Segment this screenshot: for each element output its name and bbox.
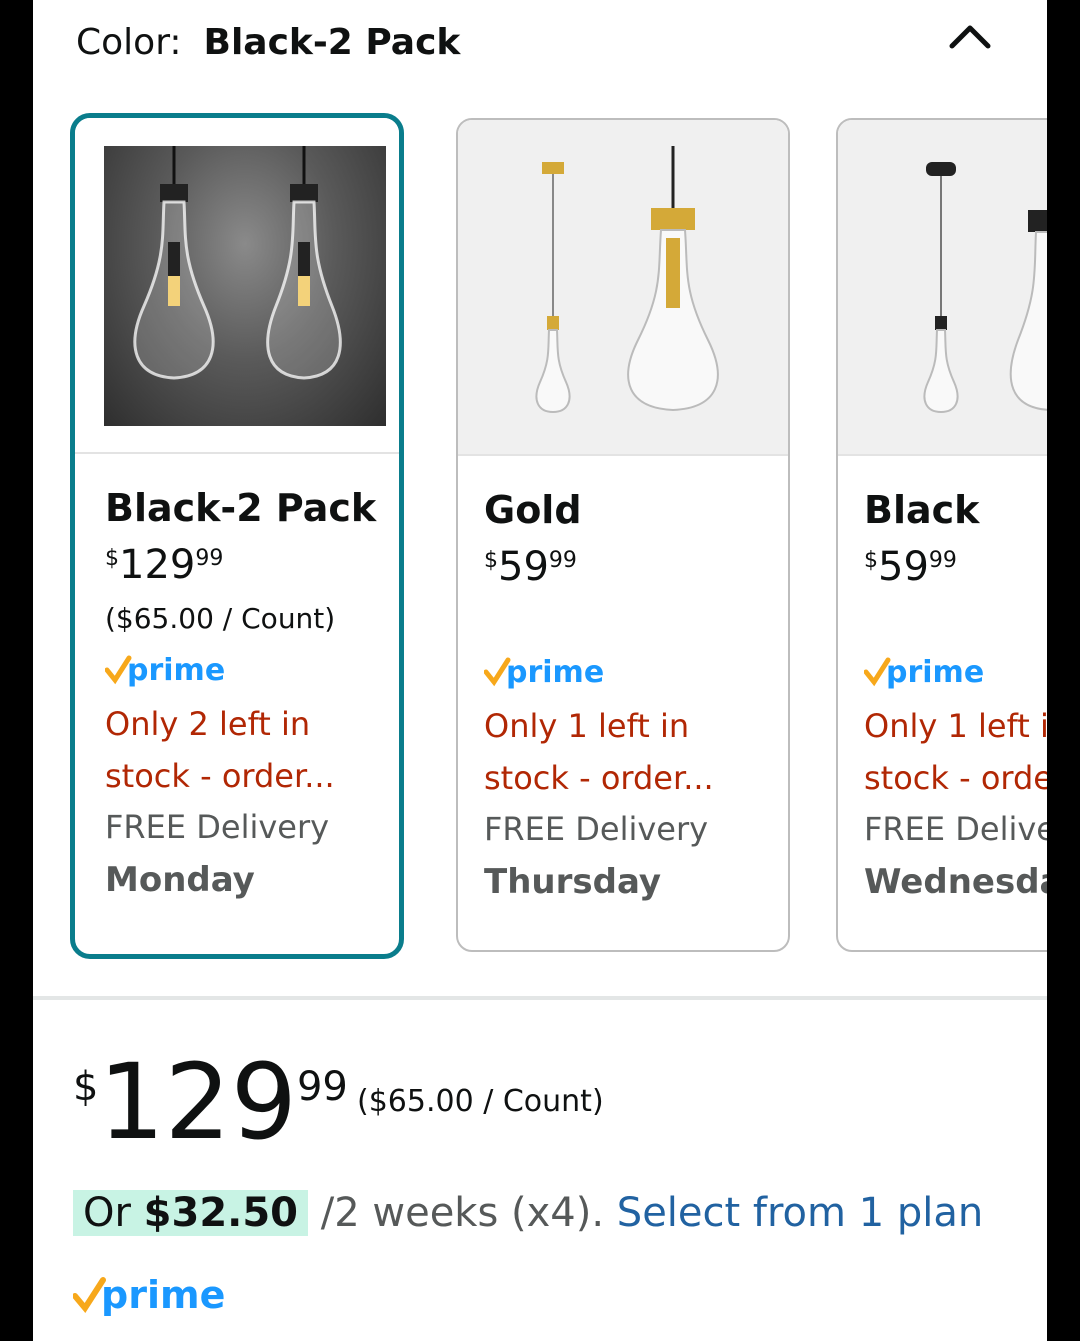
stock-line-2: stock - order... xyxy=(864,759,1047,797)
price-whole: 129 xyxy=(98,1041,297,1163)
stock-line-2: stock - order... xyxy=(484,759,714,797)
prime-badge: prime xyxy=(104,650,389,694)
stock-line-1: Only 2 left in xyxy=(105,705,311,743)
variant-image xyxy=(458,120,788,456)
prime-badge: prime xyxy=(483,652,778,696)
delivery-label: FREE Delivery xyxy=(105,808,330,846)
price-whole: 129 xyxy=(119,542,196,588)
currency-symbol: $ xyxy=(73,1064,99,1110)
installment-highlight: Or $32.50 xyxy=(73,1190,309,1236)
price-fraction: 99 xyxy=(548,548,577,573)
delivery-day: Thursday xyxy=(484,862,662,902)
section-divider xyxy=(33,996,1047,1000)
prime-text: prime xyxy=(506,655,604,690)
variant-image xyxy=(838,120,1047,456)
price-fraction: 99 xyxy=(296,1064,348,1110)
price-fraction: 99 xyxy=(928,548,957,573)
selected-price: $12999 xyxy=(73,1050,348,1154)
price-fraction: 99 xyxy=(195,546,224,571)
stock-warning: Only 2 left in stock - order... xyxy=(105,698,389,802)
price-whole: 59 xyxy=(878,544,929,590)
prime-text: prime xyxy=(886,655,984,690)
variant-card-gold[interactable]: Gold $5999 prime Only 1 left in stock - o… xyxy=(456,118,790,952)
variant-name: Black xyxy=(864,488,980,532)
product-photo xyxy=(104,146,386,426)
variant-price: $5999 xyxy=(864,544,1047,598)
prime-badge: prime xyxy=(863,652,1047,696)
delivery-day: Wednesday xyxy=(864,862,1047,902)
variant-name: Gold xyxy=(484,488,582,532)
variant-details: Black-2 Pack $12999 ($65.00 / Count) pri… xyxy=(104,486,389,900)
currency-symbol: $ xyxy=(864,548,878,573)
delivery-label: FREE Delivery xyxy=(484,810,709,848)
stock-line-1: Only 1 left in xyxy=(864,707,1047,745)
variant-details: Black $5999 prime Only 1 left in stock - … xyxy=(863,488,1047,902)
variant-details: Gold $5999 prime Only 1 left in stock - o… xyxy=(483,488,778,902)
installment-plan: Or $32.50 /2 weeks (x4). Select from 1 p… xyxy=(73,1190,983,1236)
unit-price xyxy=(864,604,1047,646)
plan-terms: /2 weeks (x4). xyxy=(308,1190,617,1236)
variant-price: $5999 xyxy=(484,544,778,598)
plan-prefix: Or xyxy=(83,1190,144,1236)
prime-text: prime xyxy=(127,653,225,688)
plan-amount: $32.50 xyxy=(143,1190,299,1236)
stock-warning: Only 1 left in stock - order... xyxy=(864,700,1047,804)
currency-symbol: $ xyxy=(105,546,119,571)
screen: Color: Black-2 Pack Black-2 Pack $12999 … xyxy=(33,0,1047,1341)
variant-carousel[interactable]: Black-2 Pack $12999 ($65.00 / Count) pri… xyxy=(33,0,1047,990)
prime-badge: prime xyxy=(72,1270,233,1324)
currency-symbol: $ xyxy=(484,548,498,573)
variant-image xyxy=(75,118,399,454)
select-plan-link[interactable]: Select from 1 plan xyxy=(617,1190,983,1236)
stock-line-2: stock - order... xyxy=(105,757,335,795)
unit-price: ($65.00 / Count) xyxy=(105,602,336,635)
unit-price xyxy=(484,604,778,646)
stock-warning: Only 1 left in stock - order... xyxy=(484,700,778,804)
stock-line-1: Only 1 left in xyxy=(484,707,690,745)
variant-card-black[interactable]: Black $5999 prime Only 1 left in stock - … xyxy=(836,118,1047,952)
selected-unit-price: ($65.00 / Count) xyxy=(357,1084,604,1119)
variant-card-black-2-pack[interactable]: Black-2 Pack $12999 ($65.00 / Count) pri… xyxy=(70,113,404,959)
variant-price: $12999 xyxy=(105,542,389,596)
prime-text: prime xyxy=(101,1273,225,1317)
price-whole: 59 xyxy=(498,544,549,590)
variant-name: Black-2 Pack xyxy=(105,486,377,530)
delivery-label: FREE Delivery xyxy=(864,810,1047,848)
delivery-day: Monday xyxy=(105,860,255,900)
